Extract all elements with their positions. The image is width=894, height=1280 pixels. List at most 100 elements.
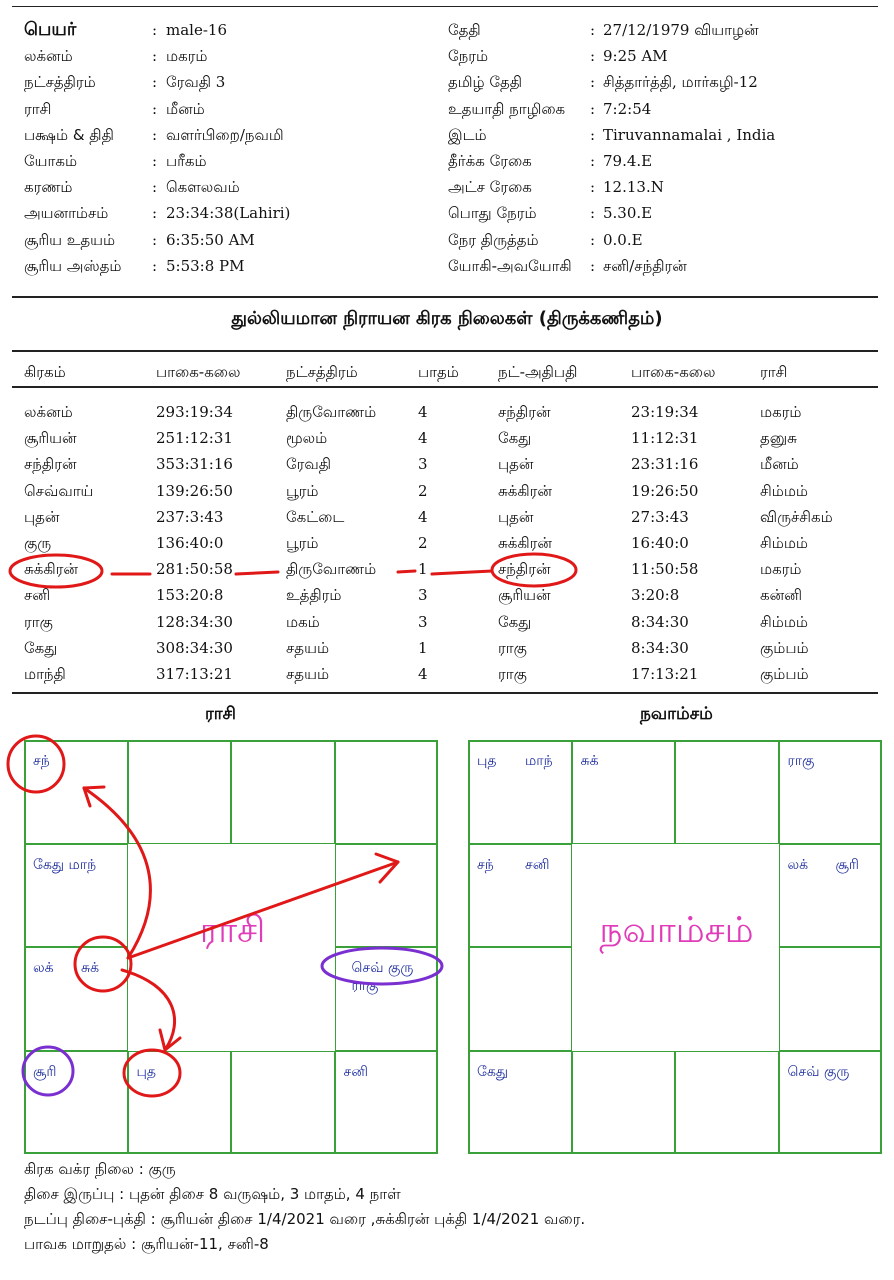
right-colon-3: :	[590, 99, 596, 118]
table-cell-r4-c1: 237:3:43	[156, 507, 224, 526]
table-cell-r8-c2: மகம்	[286, 612, 320, 631]
table-cell-r1-c1: 251:12:31	[156, 429, 233, 448]
table-cell-r8-c5: 8:34:30	[631, 612, 689, 631]
navamsa-planet-0-3-0: ராகு	[787, 753, 815, 769]
left-label-5: யோகம்	[24, 152, 78, 170]
table-cell-r6-c1: 281:50:58	[156, 560, 233, 579]
rasi-planet-3-3-0: சனி	[343, 1063, 369, 1080]
table-cell-r8-c3: 3	[418, 612, 428, 631]
left-value-3: மீனம்	[166, 99, 205, 118]
navamsa-planet-1-0-1: சனி	[525, 856, 550, 873]
left-colon-5: :	[152, 152, 158, 170]
column-header-3: பாதம்	[418, 363, 459, 381]
left-value-0: male-16	[166, 21, 227, 39]
left-colon-8: :	[152, 230, 158, 249]
left-value-2: ரேவதி 3	[166, 73, 226, 92]
rasi-chart: சந் கேது மாந் லக் சுக் செவ் குரு ராகு சூரி புத ச…	[24, 740, 438, 1154]
table-cell-r4-c2: கேட்டை	[286, 507, 345, 526]
bhava-line: பாவக மாறுதல் : சூரியன்-11, சனி-8	[24, 1235, 269, 1253]
table-cell-r7-c1: 153:20:8	[156, 586, 224, 605]
rasi-planet-2-3-0: செவ் குரு	[351, 960, 414, 976]
navamsa-house-0-2	[675, 740, 779, 844]
left-value-5: பரீகம்	[166, 152, 207, 170]
rasi-house-1-3	[334, 843, 438, 947]
navamsa-house-0-1: சுக்	[571, 740, 675, 844]
left-colon-2: :	[152, 73, 158, 92]
rasi-planet-2-0-0: லக்	[33, 960, 54, 976]
table-cell-r8-c6: சிம்மம்	[760, 612, 808, 631]
table-cell-r6-c5: 11:50:58	[631, 560, 699, 579]
vakra-line: கிரக வக்ர நிலை : குரு	[24, 1160, 176, 1178]
rasi-planet-2-0-1: சுக்	[81, 960, 100, 976]
column-header-0: கிரகம்	[24, 363, 66, 381]
table-cell-r2-c2: ரேவதி	[286, 455, 332, 474]
right-colon-2: :	[590, 73, 596, 92]
left-colon-0: :	[152, 21, 158, 39]
table-cell-r10-c1: 317:13:21	[156, 665, 233, 683]
navamsa-chart-title: நவாம்சம்	[640, 704, 713, 724]
navamsa-planet-0-0-1: மாந்	[525, 753, 553, 769]
right-value-8: 0.0.E	[603, 230, 643, 249]
table-cell-r7-c5: 3:20:8	[631, 586, 680, 605]
table-cell-r6-c4: சந்திரன்	[498, 560, 551, 579]
rasi-house-3-0: சூரி	[24, 1050, 128, 1154]
left-value-7: 23:34:38(Lahiri)	[166, 204, 291, 223]
table-cell-r0-c2: திருவோணம்	[286, 403, 377, 421]
rasi-house-0-2	[231, 740, 335, 844]
table-cell-r8-c1: 128:34:30	[156, 612, 233, 631]
navamsa-house-1-0: சந் சனி	[468, 843, 572, 947]
navamsa-center-label: நவாம்சம்	[599, 910, 754, 951]
table-cell-r5-c3: 2	[418, 534, 428, 552]
table-cell-r3-c4: சுக்கிரன்	[498, 481, 552, 500]
right-value-4: Tiruvannamalai , India	[603, 125, 776, 144]
table-cell-r2-c3: 3	[418, 455, 428, 474]
navamsa-house-0-0: புத மாந்	[468, 740, 572, 844]
table-cell-r0-c0: லக்னம்	[24, 403, 73, 421]
table-cell-r7-c6: கன்னி	[760, 586, 803, 605]
table-cell-r3-c2: பூரம்	[286, 481, 319, 500]
table-cell-r5-c4: சுக்கிரன்	[498, 534, 552, 552]
table-cell-r6-c0: சுக்கிரன்	[24, 560, 78, 579]
table-cell-r6-c6: மகரம்	[760, 560, 802, 579]
left-colon-6: :	[152, 178, 158, 197]
table-cell-r9-c5: 8:34:30	[631, 638, 689, 657]
left-label-8: சூரிய உதயம்	[24, 230, 116, 249]
right-value-5: 79.4.E	[603, 152, 653, 170]
navamsa-house-3-2	[675, 1050, 779, 1154]
table-cell-r8-c4: கேது	[498, 612, 532, 631]
right-label-2: தமிழ் தேதி	[448, 73, 523, 92]
table-cell-r7-c0: சனி	[24, 586, 51, 605]
right-label-7: பொது நேரம்	[448, 204, 537, 223]
right-colon-4: :	[590, 125, 596, 144]
table-cell-r6-c3: 1	[418, 560, 428, 579]
right-label-1: நேரம்	[448, 47, 489, 66]
left-value-1: மகரம்	[166, 47, 208, 66]
column-header-1: பாகை-கலை	[156, 363, 241, 381]
right-label-3: உதயாதி நாழிகை	[448, 99, 566, 118]
left-value-4: வளர்பிறை/நவமி	[166, 125, 284, 144]
navamsa-house-2-3	[778, 947, 882, 1051]
right-value-2: சித்தார்த்தி, மார்கழி-12	[603, 73, 758, 92]
table-cell-r5-c2: பூரம்	[286, 534, 319, 552]
right-colon-8: :	[590, 230, 596, 249]
table-cell-r0-c4: சந்திரன்	[498, 403, 551, 421]
table-cell-r5-c6: சிம்மம்	[760, 534, 808, 552]
table-cell-r9-c1: 308:34:30	[156, 638, 233, 657]
table-cell-r3-c5: 19:26:50	[631, 481, 699, 500]
right-colon-1: :	[590, 47, 596, 66]
navamsa-house-3-3: செவ் குரு	[778, 1050, 882, 1154]
navamsa-planet-1-3-0: லக்	[787, 856, 809, 873]
right-label-6: அட்ச ரேகை	[448, 178, 532, 197]
table-cell-r1-c3: 4	[418, 429, 428, 448]
left-label-2: நட்சத்திரம்	[24, 73, 96, 92]
table-cell-r10-c2: சதயம்	[286, 665, 330, 683]
left-label-7: அயனாம்சம்	[24, 204, 109, 223]
right-value-3: 7:2:54	[603, 99, 652, 118]
table-cell-r1-c6: தனுசு	[760, 429, 797, 448]
rasi-house-0-3	[334, 740, 438, 844]
planet-table-title: துல்லியமான நிராயன கிரக நிலைகள் (திருக்கண…	[231, 308, 663, 329]
table-cell-r2-c1: 353:31:16	[156, 455, 233, 474]
rasi-house-0-0: சந்	[24, 740, 128, 844]
table-cell-r1-c0: சூரியன்	[24, 429, 77, 448]
rasi-house-3-2	[231, 1050, 335, 1154]
